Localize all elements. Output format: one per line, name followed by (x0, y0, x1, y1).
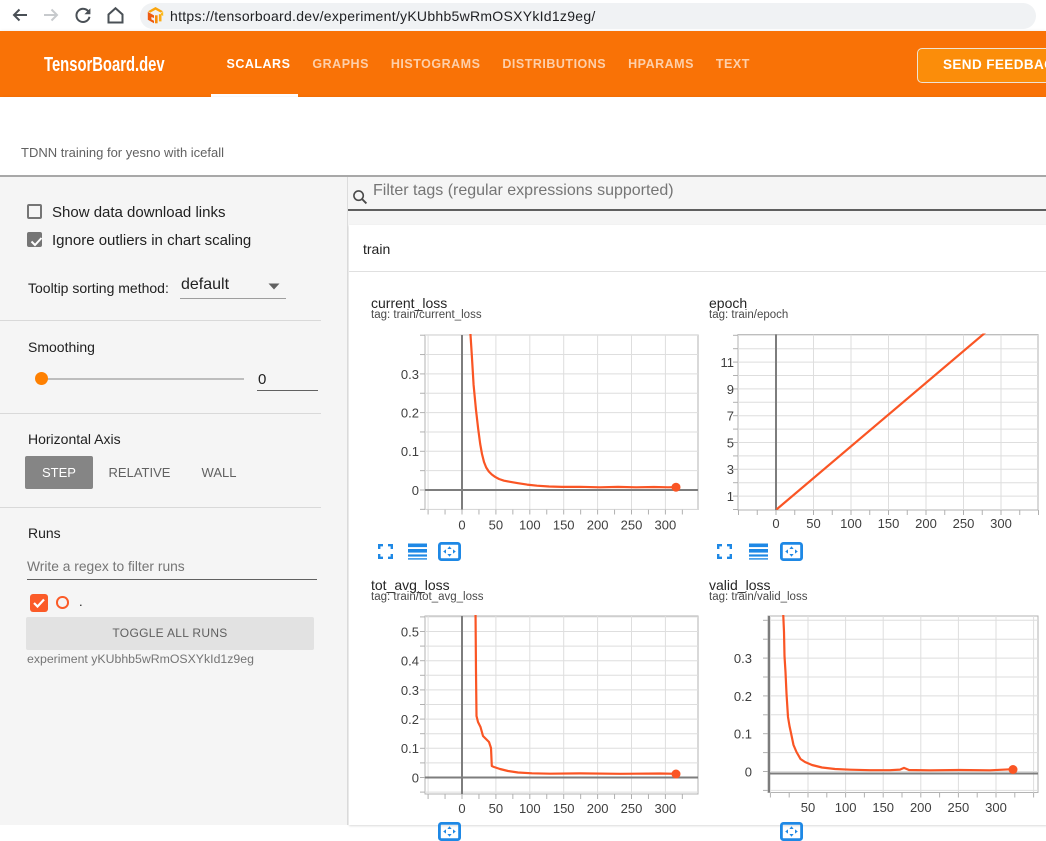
svg-text:0: 0 (412, 483, 419, 498)
svg-text:200: 200 (910, 800, 932, 814)
svg-text:0: 0 (745, 764, 752, 779)
svg-text:50: 50 (806, 516, 820, 531)
svg-text:100: 100 (835, 800, 857, 814)
svg-text:150: 150 (872, 800, 894, 814)
svg-text:7: 7 (727, 409, 734, 424)
svg-text:100: 100 (840, 516, 862, 531)
svg-text:300: 300 (985, 800, 1007, 814)
svg-text:50: 50 (489, 801, 503, 814)
svg-text:9: 9 (727, 382, 734, 397)
svg-text:5: 5 (727, 435, 734, 450)
svg-text:0.3: 0.3 (401, 683, 419, 698)
svg-text:250: 250 (621, 518, 643, 533)
svg-text:200: 200 (915, 516, 937, 531)
svg-text:150: 150 (553, 518, 575, 533)
svg-text:250: 250 (948, 800, 970, 814)
svg-text:0.2: 0.2 (734, 689, 752, 704)
svg-text:200: 200 (587, 518, 609, 533)
svg-text:0.1: 0.1 (734, 727, 752, 742)
svg-text:50: 50 (489, 518, 503, 533)
svg-text:100: 100 (519, 801, 541, 814)
svg-text:11: 11 (721, 355, 735, 370)
svg-text:250: 250 (953, 516, 975, 531)
svg-text:0.1: 0.1 (401, 741, 419, 756)
svg-text:0: 0 (458, 801, 465, 814)
svg-text:300: 300 (655, 801, 677, 814)
svg-text:0: 0 (412, 770, 419, 785)
svg-text:3: 3 (727, 462, 734, 477)
svg-text:0.4: 0.4 (401, 654, 419, 669)
svg-text:0: 0 (458, 518, 465, 533)
svg-text:0.2: 0.2 (401, 712, 419, 727)
svg-text:0.2: 0.2 (401, 406, 419, 421)
svg-text:300: 300 (990, 516, 1012, 531)
svg-text:150: 150 (553, 801, 575, 814)
svg-text:250: 250 (621, 801, 643, 814)
svg-text:300: 300 (655, 518, 677, 533)
svg-text:1: 1 (727, 489, 734, 504)
svg-text:0.3: 0.3 (401, 367, 419, 382)
svg-text:0: 0 (772, 516, 779, 531)
svg-text:0.3: 0.3 (734, 651, 752, 666)
svg-text:100: 100 (519, 518, 541, 533)
svg-text:50: 50 (801, 800, 815, 814)
svg-text:0.1: 0.1 (401, 444, 419, 459)
svg-text:0.5: 0.5 (401, 624, 419, 639)
svg-text:150: 150 (878, 516, 900, 531)
svg-text:200: 200 (587, 801, 609, 814)
